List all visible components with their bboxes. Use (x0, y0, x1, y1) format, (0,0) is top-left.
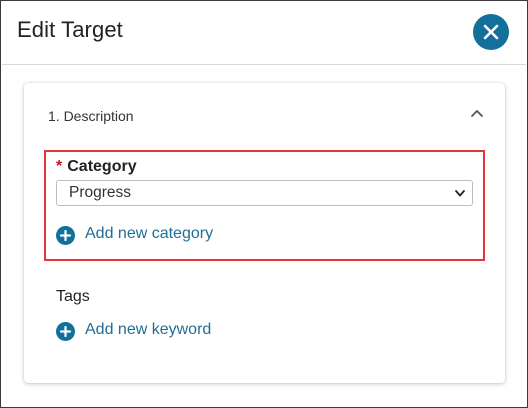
close-icon (483, 24, 499, 40)
chevron-up-icon (471, 110, 483, 117)
add-new-category-link[interactable]: Add new category (56, 224, 236, 246)
add-new-category-label: Add new category (85, 225, 214, 242)
category-selected-value: Progress (69, 184, 132, 201)
dialog-title: Edit Target (17, 17, 123, 42)
add-circle-icon (56, 322, 75, 341)
dialog-header: Edit Target (1, 1, 527, 63)
add-new-keyword-label: Add new keyword (85, 321, 212, 338)
tags-label: Tags (56, 288, 90, 305)
category-label-text: Category (67, 158, 137, 175)
collapse-section-button[interactable] (466, 103, 488, 123)
close-button[interactable] (473, 14, 509, 50)
header-divider (2, 64, 526, 65)
category-select[interactable]: Progress (56, 180, 473, 206)
description-section-card: 1. Description * Category Progress Add n… (24, 83, 505, 383)
add-circle-icon (56, 226, 75, 245)
category-field-group: * Category Progress Add new category (44, 150, 485, 261)
edit-target-dialog: Edit Target 1. Description * Category Pro… (0, 0, 528, 408)
required-marker: * (56, 158, 63, 175)
chevron-down-icon (455, 190, 465, 197)
add-new-keyword-link[interactable]: Add new keyword (56, 320, 236, 342)
section-title: 1. Description (48, 108, 134, 124)
category-label: * Category (56, 158, 137, 176)
